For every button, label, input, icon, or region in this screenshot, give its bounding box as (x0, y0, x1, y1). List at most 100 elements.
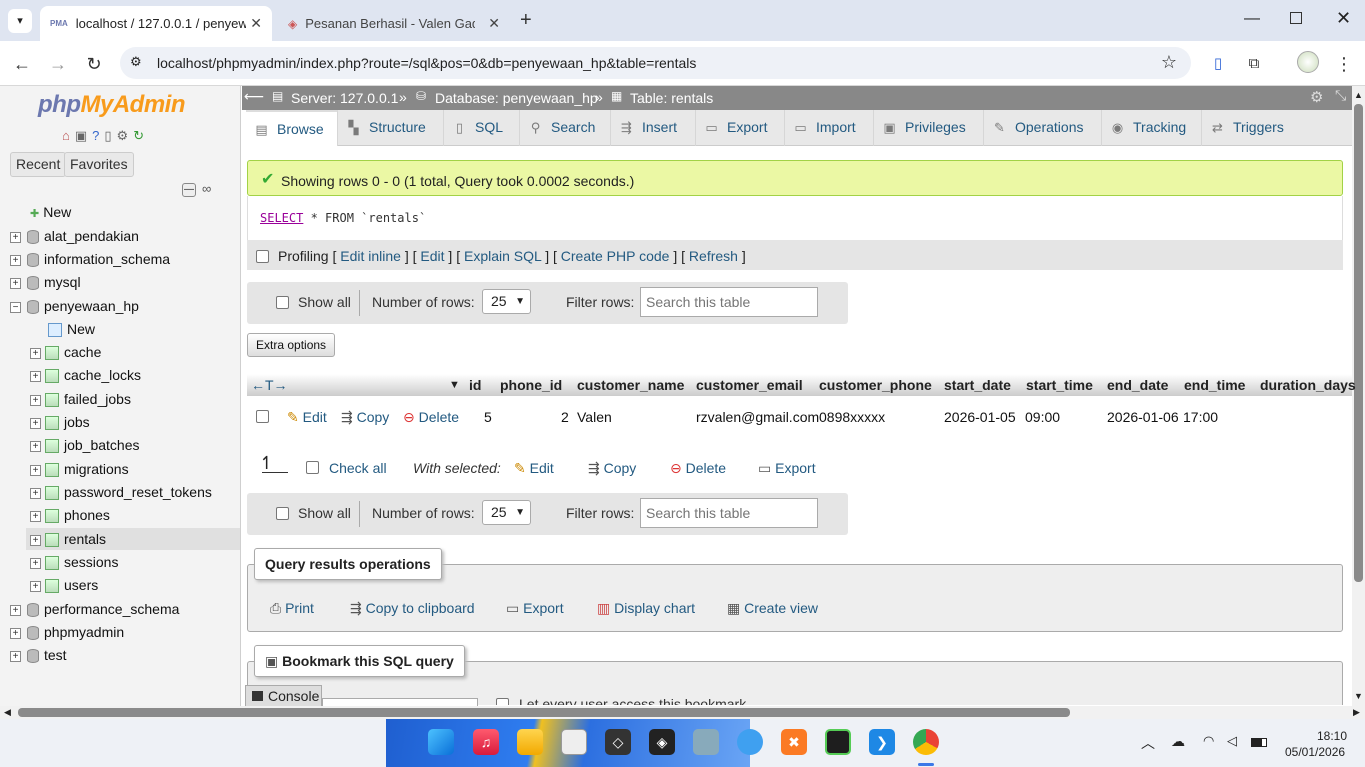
tree-db-test[interactable]: + test (10, 644, 67, 666)
cell-start_date[interactable]: 2026-01-05 (944, 409, 1016, 425)
menu-icon[interactable]: ⋮ (1331, 51, 1357, 77)
refresh-link[interactable]: Refresh (689, 248, 738, 264)
expand-icon[interactable]: + (30, 370, 41, 382)
site-info-icon[interactable]: ⚙ (130, 54, 142, 70)
expand-icon[interactable]: + (10, 277, 21, 289)
bulk-export-button[interactable]: ▭ Export (758, 460, 816, 477)
column-duration_days[interactable]: duration_days (1260, 377, 1356, 393)
console-toggle[interactable]: Console (245, 685, 322, 706)
scroll-left-icon[interactable]: ◀ (4, 707, 11, 718)
print-button[interactable]: ⎙ Print (270, 594, 324, 624)
expand-icon[interactable]: + (30, 417, 41, 429)
tab-phpmyadmin[interactable]: PMA localhost / 127.0.0.1 / penyewa ✕ (40, 6, 272, 41)
window-close-icon[interactable]: ✕ (1336, 8, 1351, 29)
tree-db-performance_schema[interactable]: + performance_schema (10, 598, 179, 620)
forward-icon[interactable]: → (45, 51, 71, 77)
profiling-checkbox[interactable] (256, 250, 269, 263)
expand-icon[interactable]: + (10, 604, 21, 616)
breadcrumb-server[interactable]: Server: 127.0.0.1 (291, 90, 398, 106)
expand-icon[interactable]: + (10, 650, 21, 662)
row-checkbox[interactable] (256, 410, 269, 423)
check-all-label[interactable]: Check all (329, 460, 387, 476)
close-icon[interactable]: ✕ (488, 15, 500, 32)
cell-customer_email[interactable]: rzvalen@gmail.com (696, 409, 819, 425)
phpmyadmin-logo[interactable]: phpMyAdmin (38, 91, 185, 119)
show-all-checkbox[interactable] (276, 507, 289, 520)
docs-icon[interactable]: ▯ (104, 128, 116, 143)
back-icon[interactable]: ← (9, 51, 35, 77)
column-customer_name[interactable]: customer_name (577, 377, 684, 393)
tab-sql[interactable]: ▯ SQL (444, 110, 520, 146)
tree-new[interactable]: ✚ New (30, 201, 71, 223)
help-icon[interactable]: ? (92, 128, 104, 143)
expand-icon[interactable]: + (10, 627, 21, 639)
tab-tracking[interactable]: ◉ Tracking (1102, 110, 1202, 146)
row-edit-link[interactable]: ✎ Edit (287, 409, 327, 426)
tab-structure[interactable]: ▚ Structure (338, 110, 444, 146)
tab-import[interactable]: ▭ Import (785, 110, 874, 146)
tree-table-users[interactable]: + users (30, 574, 98, 596)
volume-icon[interactable]: ◁ (1227, 733, 1237, 749)
bulk-delete-button[interactable]: ⊖ Delete (670, 460, 726, 477)
create-view-button[interactable]: ▦ Create view (727, 594, 828, 624)
row-copy-link[interactable]: ⇶ Copy (341, 409, 389, 426)
tab-operations[interactable]: ✎ Operations (984, 110, 1102, 146)
check-all-checkbox[interactable] (306, 461, 319, 474)
reload-nav-icon[interactable]: ↻ (133, 128, 149, 143)
settings-icon[interactable]: ⚙ (117, 128, 134, 143)
search-input[interactable]: Search this table (640, 287, 818, 317)
maximize-icon[interactable] (1290, 12, 1302, 24)
column-id[interactable]: id (469, 377, 481, 393)
windows-start-icon[interactable] (428, 729, 454, 755)
vertical-scrollbar[interactable]: ▲ ▼ (1352, 86, 1365, 706)
rows-select[interactable]: 25 ▼ (482, 500, 531, 525)
column-start_time[interactable]: start_time (1026, 377, 1093, 393)
copy-to-clipboard-button[interactable]: ⇶ Copy to clipboard (350, 594, 485, 624)
clipboard-icon[interactable]: ▯ (1205, 51, 1231, 77)
chrome-icon[interactable] (913, 729, 939, 755)
tree-table-failed_jobs[interactable]: + failed_jobs (30, 388, 131, 410)
tree-table-migrations[interactable]: + migrations (30, 458, 129, 480)
expand-icon[interactable]: + (30, 580, 41, 592)
column-customer_phone[interactable]: customer_phone (819, 377, 932, 393)
column-end_time[interactable]: end_time (1184, 377, 1245, 393)
edit-inline-link[interactable]: Edit inline (340, 248, 401, 264)
vscode-icon[interactable]: ❯ (869, 729, 895, 755)
clock-time[interactable]: 18:10 (1317, 729, 1347, 743)
tab-browse[interactable]: ▤ Browse (246, 110, 338, 146)
tree-db-alat_pendakian[interactable]: + alat_pendakian (10, 225, 139, 247)
cell-customer_phone[interactable]: 0898xxxxx (819, 409, 885, 425)
expand-icon[interactable]: + (30, 510, 41, 522)
gear-icon[interactable]: ⚙ (1310, 88, 1323, 106)
tab-insert[interactable]: ⇶ Insert (611, 110, 696, 146)
weather-icon[interactable] (737, 729, 763, 755)
expand-icon[interactable]: + (10, 231, 21, 243)
cell-customer_name[interactable]: Valen (577, 409, 612, 425)
extensions-icon[interactable]: ⧉ (1241, 51, 1267, 77)
file-explorer-icon[interactable] (517, 729, 543, 755)
address-bar[interactable]: ⚙ localhost/phpmyadmin/index.php?route=/… (120, 47, 1191, 79)
game-app-icon[interactable] (693, 729, 719, 755)
unity-icon[interactable]: ◇ (605, 729, 631, 755)
tab-triggers[interactable]: ⇄ Triggers (1202, 110, 1302, 146)
expand-icon[interactable]: + (30, 557, 41, 569)
column-phone_id[interactable]: phone_id (500, 377, 562, 393)
create-php-code-link[interactable]: Create PHP code (561, 248, 670, 264)
logout-icon[interactable]: ▣ (75, 128, 92, 143)
collapse-all-icon[interactable]: — (182, 183, 196, 197)
anime-app-icon[interactable] (561, 729, 587, 755)
tab-search[interactable]: ⚲ Search (520, 110, 611, 146)
tree-db-mysql[interactable]: + mysql (10, 271, 81, 293)
profile-avatar[interactable] (1297, 51, 1319, 73)
breadcrumb-table[interactable]: Table: rentals (630, 90, 713, 106)
tree-table-cache_locks[interactable]: + cache_locks (30, 364, 141, 386)
music-app-icon[interactable]: ♫ (473, 729, 499, 755)
battery-icon[interactable] (1251, 738, 1267, 747)
tree-table-rentals[interactable]: + rentals (26, 528, 240, 550)
unity-hub-icon[interactable]: ◈ (649, 729, 675, 755)
tab-pesanan[interactable]: ◈ Pesanan Berhasil - Valen Gadge ✕ (278, 6, 510, 41)
tree-table-job_batches[interactable]: + job_batches (30, 434, 140, 456)
cell-end_time[interactable]: 17:00 (1183, 409, 1218, 425)
breadcrumb-database[interactable]: Database: penyewaan_hp (435, 90, 598, 106)
horizontal-scrollbar[interactable]: ◀ ▶ (0, 706, 1365, 719)
